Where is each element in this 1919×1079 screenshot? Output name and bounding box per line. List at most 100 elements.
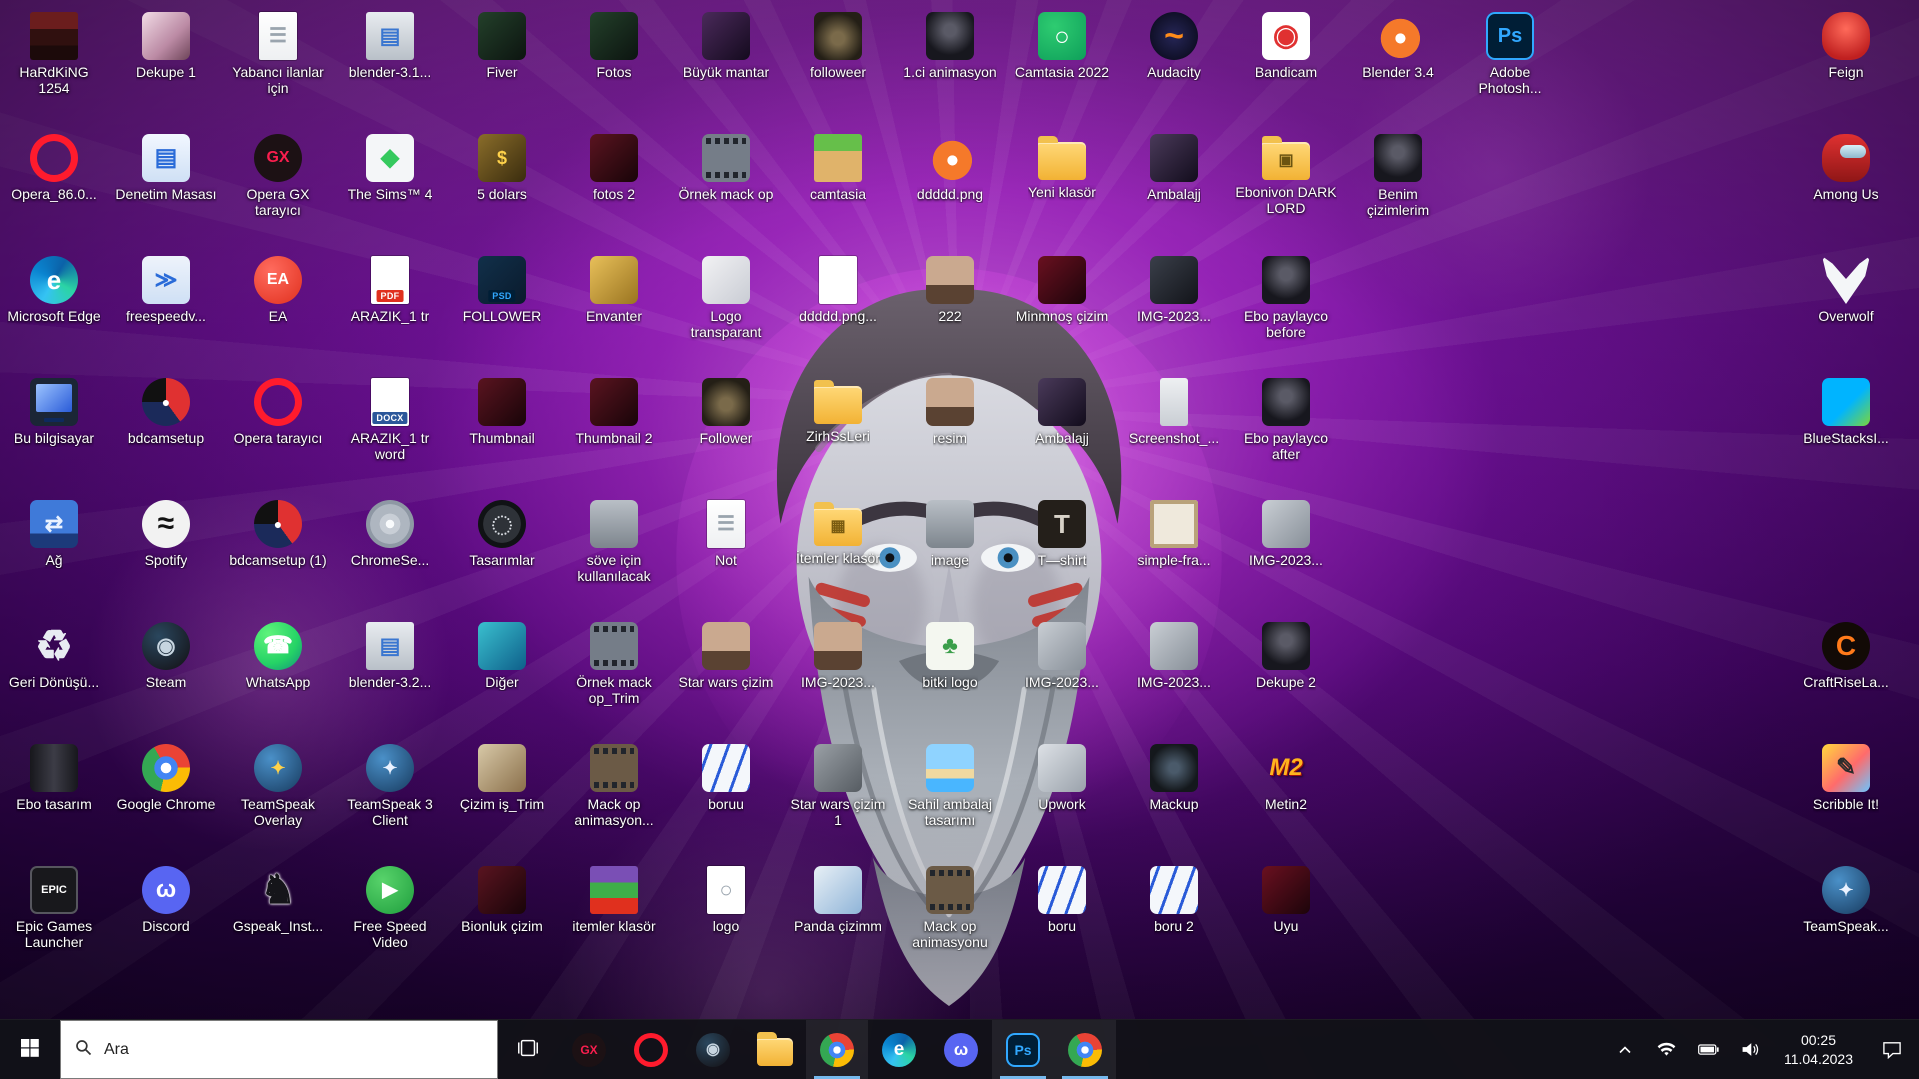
desktop-icon-hardking-1254[interactable]: HaRdKiNG 1254 — [2, 6, 106, 126]
desktop-icon-ea[interactable]: EA EA — [226, 250, 330, 370]
desktop-icon-di-er[interactable]: Diğer — [450, 616, 554, 736]
desktop-icon-bitki-logo[interactable]: ♣ bitki logo — [898, 616, 1002, 736]
desktop-icon-epic-games-launcher[interactable]: EPIC Epic Games Launcher — [2, 860, 106, 980]
battery-icon[interactable] — [1692, 1020, 1726, 1079]
action-center-button[interactable] — [1869, 1020, 1915, 1079]
desktop-icon-i-temler-klas-r[interactable]: ▦ İtemler klasör — [786, 494, 890, 614]
taskbar-app-photoshop[interactable]: Ps — [992, 1020, 1054, 1079]
desktop-icon-resim[interactable]: resim — [898, 372, 1002, 492]
desktop-icon-mack-op-animasyon[interactable]: Mack op animasyon... — [562, 738, 666, 858]
desktop-icon-s-ve-i-in-kullan-lacak[interactable]: söve için kullanılacak — [562, 494, 666, 614]
desktop-icon-1-ci-animasyon[interactable]: 1.ci animasyon — [898, 6, 1002, 126]
taskbar-app-file-explorer[interactable] — [744, 1020, 806, 1079]
desktop-icon-teamspeak-3-client[interactable]: ✦ TeamSpeak 3 Client — [338, 738, 442, 858]
desktop-icon-whatsapp[interactable]: ☎ WhatsApp — [226, 616, 330, 736]
desktop-icon-ebonivon-dark-lord[interactable]: ▣ Ebonivon DARK LORD — [1234, 128, 1338, 248]
volume-icon[interactable] — [1734, 1020, 1768, 1079]
desktop-icon-blender-3-4[interactable]: Blender 3.4 — [1346, 6, 1450, 126]
desktop-icon-craftrisela[interactable]: C CraftRiseLa... — [1794, 616, 1898, 736]
desktop-icon-feign[interactable]: Feign — [1794, 6, 1898, 126]
desktop-icon-opera-gx-taray-c[interactable]: GX Opera GX tarayıcı — [226, 128, 330, 248]
desktop-icon-fiver[interactable]: Fiver — [450, 6, 554, 126]
desktop-icon-ddddd-png[interactable]: ddddd.png... — [786, 250, 890, 370]
desktop-icon-followeer[interactable]: followeer — [786, 6, 890, 126]
desktop-icon-yeni-klas-r[interactable]: Yeni klasör — [1010, 128, 1114, 248]
desktop-icon-teamspeak-overlay[interactable]: ✦ TeamSpeak Overlay — [226, 738, 330, 858]
desktop-icon-rnek-mack-op[interactable]: Örnek mack op — [674, 128, 778, 248]
desktop-icon-follower[interactable]: PSD FOLLOWER — [450, 250, 554, 370]
desktop-icon-camtasia-2022[interactable]: ○ Camtasia 2022 — [1010, 6, 1114, 126]
desktop-icon-envanter[interactable]: Envanter — [562, 250, 666, 370]
desktop-icon-bu-bilgisayar[interactable]: Bu bilgisayar — [2, 372, 106, 492]
desktop-icon-blender-3-2[interactable]: ▤ blender-3.2... — [338, 616, 442, 736]
desktop-icon-ambalajj[interactable]: Ambalajj — [1122, 128, 1226, 248]
desktop-icon-the-sims-4[interactable]: ◆ The Sims™ 4 — [338, 128, 442, 248]
desktop-icon-not[interactable]: ☰ Not — [674, 494, 778, 614]
desktop-icon-tasar-mlar[interactable]: ◌ Tasarımlar — [450, 494, 554, 614]
desktop-icon-222[interactable]: 222 — [898, 250, 1002, 370]
desktop-icon-boru[interactable]: boru — [1010, 860, 1114, 980]
desktop-icon-izim-i-trim[interactable]: Çizim iş_Trim — [450, 738, 554, 858]
desktop-icon-discord[interactable]: ω Discord — [114, 860, 218, 980]
desktop-icon-microsoft-edge[interactable]: e Microsoft Edge — [2, 250, 106, 370]
desktop-icon-itemler-klas-r[interactable]: itemler klasör — [562, 860, 666, 980]
desktop-icon-benim-izimlerim[interactable]: Benim çizimlerim — [1346, 128, 1450, 248]
taskbar-search-box[interactable]: Ara — [60, 1020, 498, 1079]
desktop-icon-thumbnail-2[interactable]: Thumbnail 2 — [562, 372, 666, 492]
desktop-icon-opera-taray-c[interactable]: Opera tarayıcı — [226, 372, 330, 492]
desktop-icon-denetim-masas[interactable]: ▤ Denetim Masası — [114, 128, 218, 248]
desktop-icon-fotos[interactable]: Fotos — [562, 6, 666, 126]
desktop-icon-follower[interactable]: Follower — [674, 372, 778, 492]
desktop-icon-dekupe-2[interactable]: Dekupe 2 — [1234, 616, 1338, 736]
desktop-icon-steam[interactable]: ◉ Steam — [114, 616, 218, 736]
desktop-icon-ebo-tasar-m[interactable]: Ebo tasarım — [2, 738, 106, 858]
desktop-icon-gspeak-inst[interactable]: ♞ Gspeak_Inst... — [226, 860, 330, 980]
task-view-button[interactable] — [498, 1020, 558, 1079]
desktop-icon-upwork[interactable]: Upwork — [1010, 738, 1114, 858]
desktop-icon-ambalajj[interactable]: Ambalajj — [1010, 372, 1114, 492]
taskbar-app-chrome-2[interactable] — [1054, 1020, 1116, 1079]
desktop-icon-sahil-ambalaj-tasar-m[interactable]: Sahil ambalaj tasarımı — [898, 738, 1002, 858]
desktop-icon-ebo-paylayco-before[interactable]: Ebo paylayco before — [1234, 250, 1338, 370]
desktop-icon-overwolf[interactable]: Overwolf — [1794, 250, 1898, 370]
desktop-icon-image[interactable]: image — [898, 494, 1002, 614]
taskbar-app-chrome[interactable] — [806, 1020, 868, 1079]
desktop-icon-mack-op-animasyonu[interactable]: Mack op animasyonu — [898, 860, 1002, 980]
desktop-icon-adobe-photosh[interactable]: Ps Adobe Photosh... — [1458, 6, 1562, 126]
desktop-icon-img-2023[interactable]: IMG-2023... — [1010, 616, 1114, 736]
desktop-icon-arazik-1-tr[interactable]: PDF ARAZIK_1 tr — [338, 250, 442, 370]
desktop-icon-img-2023[interactable]: IMG-2023... — [1122, 616, 1226, 736]
desktop-icon-mackup[interactable]: Mackup — [1122, 738, 1226, 858]
desktop-icon-uyu[interactable]: Uyu — [1234, 860, 1338, 980]
desktop-icon-fotos-2[interactable]: fotos 2 — [562, 128, 666, 248]
desktop-icon-5-dolars[interactable]: $5 dolars — [450, 128, 554, 248]
desktop-icon-minmno-izim[interactable]: Minmnoş çizim — [1010, 250, 1114, 370]
desktop-icon-arazik-1-tr-word[interactable]: DOCX ARAZIK_1 tr word — [338, 372, 442, 492]
desktop-icon-bionluk-izim[interactable]: Bionluk çizim — [450, 860, 554, 980]
taskbar-app-steam[interactable]: ◉ — [682, 1020, 744, 1079]
desktop-icon-logo-transparant[interactable]: Logo transparant — [674, 250, 778, 370]
desktop-icon-thumbnail[interactable]: Thumbnail — [450, 372, 554, 492]
desktop-icon-boru-2[interactable]: boru 2 — [1122, 860, 1226, 980]
desktop-icon-bluestacksi[interactable]: BlueStacksI... — [1794, 372, 1898, 492]
desktop-icon-google-chrome[interactable]: Google Chrome — [114, 738, 218, 858]
desktop-icon-zirhssleri[interactable]: ZirhSsLeri — [786, 372, 890, 492]
desktop-icon-bdcamsetup[interactable]: ● bdcamsetup — [114, 372, 218, 492]
desktop-icon-b-y-k-mantar[interactable]: Büyük mantar — [674, 6, 778, 126]
desktop-icon-geri-d-n[interactable]: ♻ Geri Dönüşü... — [2, 616, 106, 736]
desktop-icon-opera-86-0[interactable]: Opera_86.0... — [2, 128, 106, 248]
desktop-icon-boruu[interactable]: boruu — [674, 738, 778, 858]
desktop-icon-free-speed-video[interactable]: ▶ Free Speed Video — [338, 860, 442, 980]
taskbar-clock[interactable]: 00:25 11.04.2023 — [1776, 1020, 1861, 1079]
desktop-icon-rnek-mack-op-trim[interactable]: Örnek mack op_Trim — [562, 616, 666, 736]
taskbar-app-opera-gx[interactable]: GX — [558, 1020, 620, 1079]
desktop-icon-bandicam[interactable]: ◉ Bandicam — [1234, 6, 1338, 126]
desktop-icon-ddddd-png[interactable]: ddddd.png — [898, 128, 1002, 248]
desktop-icon-panda-izimm[interactable]: Panda çizimm — [786, 860, 890, 980]
desktop-icon-audacity[interactable]: ~ Audacity — [1122, 6, 1226, 126]
desktop-icon-logo[interactable]: ○ logo — [674, 860, 778, 980]
desktop-icon-spotify[interactable]: ≈ Spotify — [114, 494, 218, 614]
tray-chevron-up-icon[interactable] — [1608, 1020, 1642, 1079]
desktop-icon-metin2[interactable]: M2 Metin2 — [1234, 738, 1338, 858]
desktop-icon-img-2023[interactable]: IMG-2023... — [1122, 250, 1226, 370]
